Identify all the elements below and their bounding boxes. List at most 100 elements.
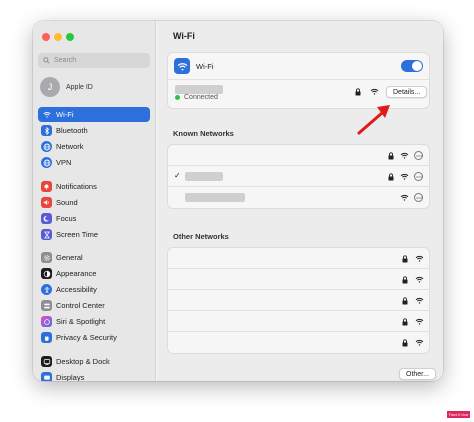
sidebar-item-label: Control Center xyxy=(56,301,105,310)
red-arrow-annotation xyxy=(357,105,390,135)
wifi-toggle[interactable] xyxy=(401,60,423,72)
gear-icon xyxy=(41,252,52,263)
close-window-button[interactable] xyxy=(42,33,50,41)
toggle-knob xyxy=(412,61,422,71)
sidebar: Search J Apple ID Wi-Fi Bluetooth Networ… xyxy=(33,21,156,381)
other-network-row[interactable] xyxy=(168,269,429,290)
lock-icon xyxy=(355,88,361,96)
known-networks-card: ✓ xyxy=(167,144,430,209)
bell-icon xyxy=(41,181,52,192)
wifi-icon xyxy=(41,109,52,120)
sidebar-item-accessibility[interactable]: Accessibility xyxy=(38,282,150,297)
other-network-button[interactable]: Other... xyxy=(399,368,436,380)
sidebar-item-network[interactable]: Network xyxy=(38,139,150,154)
other-networks-header: Other Networks xyxy=(173,232,229,241)
other-network-row[interactable] xyxy=(168,332,429,353)
sidebar-item-label: Privacy & Security xyxy=(56,333,117,342)
lock-icon xyxy=(402,297,408,305)
moon-icon xyxy=(41,213,52,224)
accessibility-icon xyxy=(41,284,52,295)
search-placeholder: Search xyxy=(54,57,77,64)
globe-icon xyxy=(41,141,52,152)
wifi-signal-icon xyxy=(400,173,409,180)
sidebar-item-label: Wi-Fi xyxy=(56,110,74,119)
wifi-signal-icon xyxy=(415,255,424,262)
more-options-icon[interactable] xyxy=(414,172,423,181)
wifi-icon xyxy=(174,58,190,74)
lock-icon xyxy=(388,152,394,160)
sidebar-item-control-center[interactable]: Control Center xyxy=(38,298,150,313)
sidebar-item-label: Displays xyxy=(56,373,85,381)
connection-status: Connected xyxy=(175,94,218,101)
hand-icon xyxy=(41,332,52,343)
sidebar-item-label: Focus xyxy=(56,214,77,223)
sidebar-item-displays[interactable]: Displays xyxy=(38,370,150,381)
other-network-row[interactable] xyxy=(168,248,429,269)
connected-label: Connected xyxy=(184,94,218,101)
speaker-icon xyxy=(41,197,52,208)
sidebar-item-general[interactable]: General xyxy=(38,250,150,265)
other-network-row[interactable] xyxy=(168,290,429,311)
wifi-signal-icon xyxy=(415,276,424,283)
sidebar-item-focus[interactable]: Focus xyxy=(38,211,150,226)
avatar: J xyxy=(40,77,60,97)
wifi-signal-icon xyxy=(400,194,409,201)
zoom-window-button[interactable] xyxy=(66,33,74,41)
lock-icon xyxy=(402,255,408,263)
redacted-network-name xyxy=(185,193,245,202)
sidebar-item-label: Appearance xyxy=(56,269,97,278)
sidebar-item-bluetooth[interactable]: Bluetooth xyxy=(38,123,150,138)
sidebar-item-label: Sound xyxy=(56,198,78,207)
main-pane: Wi-Fi Wi-Fi Connected Details... Known N… xyxy=(157,21,443,381)
wifi-label: Wi-Fi xyxy=(196,62,214,71)
wifi-signal-icon xyxy=(415,318,424,325)
globe-icon xyxy=(41,157,52,168)
sidebar-item-sound[interactable]: Sound xyxy=(38,195,150,210)
sidebar-item-label: Bluetooth xyxy=(56,126,88,135)
known-network-row[interactable]: ✓ xyxy=(168,166,429,187)
other-networks-card xyxy=(167,247,430,354)
sidebar-item-wifi[interactable]: Wi-Fi xyxy=(38,107,150,122)
sidebar-item-notifications[interactable]: Notifications xyxy=(38,179,150,194)
bluetooth-icon xyxy=(41,125,52,136)
details-button[interactable]: Details... xyxy=(386,86,428,98)
sidebar-item-label: Accessibility xyxy=(56,285,97,294)
wifi-signal-icon xyxy=(400,152,409,159)
lock-icon xyxy=(402,276,408,284)
search-icon xyxy=(43,57,50,64)
sidebar-item-label: Desktop & Dock xyxy=(56,357,110,366)
apple-id-item[interactable]: J Apple ID xyxy=(40,77,93,97)
wifi-toggle-row: Wi-Fi xyxy=(168,53,429,80)
redacted-network-name xyxy=(175,85,223,94)
more-options-icon[interactable] xyxy=(414,151,423,160)
settings-window: Search J Apple ID Wi-Fi Bluetooth Networ… xyxy=(33,21,443,381)
lock-icon xyxy=(402,318,408,326)
sidebar-item-siri-spotlight[interactable]: Siri & Spotlight xyxy=(38,314,150,329)
control-center-icon xyxy=(41,300,52,311)
sidebar-item-vpn[interactable]: VPN xyxy=(38,155,150,170)
sidebar-item-label: General xyxy=(56,253,83,262)
other-network-row[interactable] xyxy=(168,311,429,332)
wifi-signal-icon xyxy=(415,297,424,304)
checkmark-icon: ✓ xyxy=(174,171,181,180)
sidebar-item-desktop-dock[interactable]: Desktop & Dock xyxy=(38,354,150,369)
sidebar-item-label: Siri & Spotlight xyxy=(56,317,106,326)
minimize-window-button[interactable] xyxy=(54,33,62,41)
known-network-row[interactable] xyxy=(168,187,429,208)
wifi-card: Wi-Fi Connected Details... xyxy=(167,52,430,109)
apple-id-label: Apple ID xyxy=(66,83,93,91)
lock-icon xyxy=(402,339,408,347)
appearance-icon xyxy=(41,268,52,279)
sidebar-item-label: VPN xyxy=(56,158,72,167)
more-options-icon[interactable] xyxy=(414,193,423,202)
known-network-row[interactable] xyxy=(168,145,429,166)
display-icon xyxy=(41,372,52,381)
sidebar-item-privacy-security[interactable]: Privacy & Security xyxy=(38,330,150,345)
sidebar-item-appearance[interactable]: Appearance xyxy=(38,266,150,281)
page-title: Wi-Fi xyxy=(173,31,195,41)
hourglass-icon xyxy=(41,229,52,240)
wifi-signal-icon xyxy=(370,88,379,95)
sidebar-item-screen-time[interactable]: Screen Time xyxy=(38,227,150,242)
siri-icon xyxy=(41,316,52,327)
search-field[interactable]: Search xyxy=(38,53,150,68)
